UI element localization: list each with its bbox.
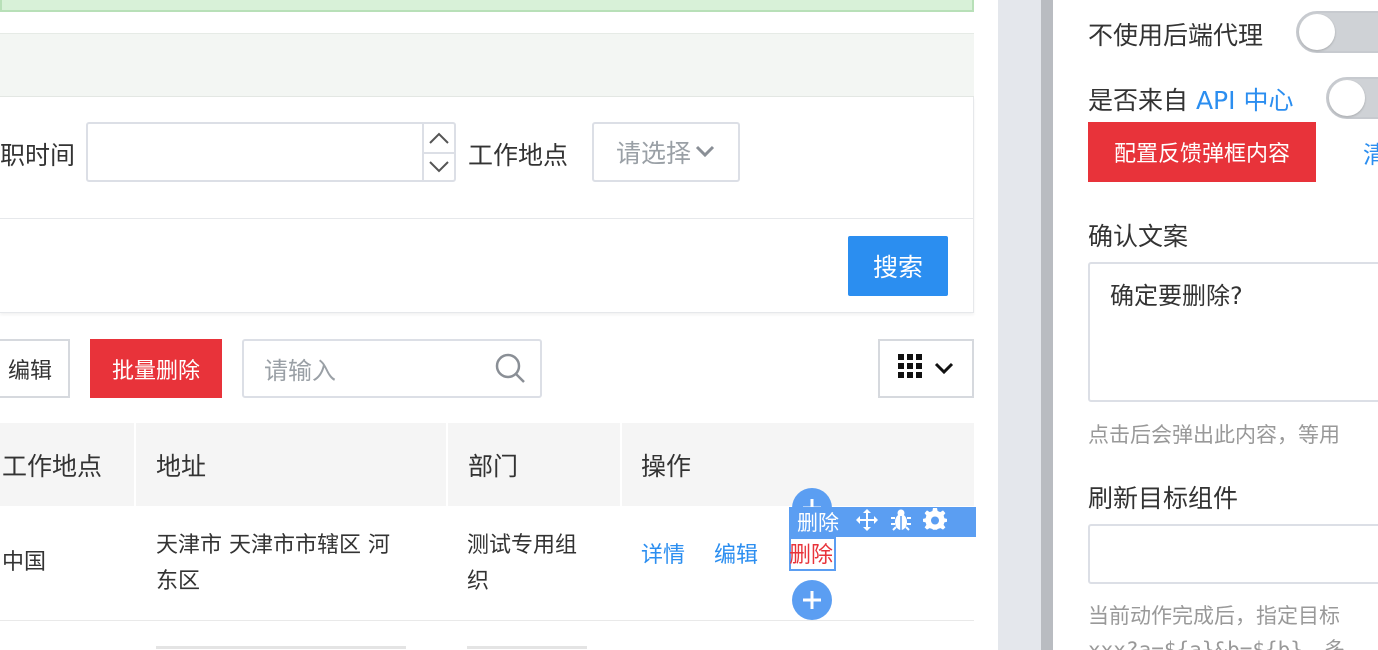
column-header-department: 部门: [468, 451, 519, 481]
component-toolbar: 删除: [789, 507, 976, 537]
work-location-label: 工作地点: [468, 141, 569, 170]
number-stepper[interactable]: [422, 124, 454, 180]
refresh-target-hint: 当前动作完成后，指定目标: [1088, 604, 1340, 628]
properties-panel: 不使用后端代理 是否来自 API 中心 配置反馈弹框内容 清 确认文案 确定要删…: [1053, 0, 1378, 650]
edit-button-label: 编辑: [7, 358, 52, 384]
entry-time-input[interactable]: [86, 122, 456, 182]
chevron-down-icon: [934, 356, 954, 381]
success-banner: [0, 0, 974, 12]
no-proxy-label: 不使用后端代理: [1088, 21, 1264, 50]
confirm-text-label: 确认文案: [1088, 222, 1189, 251]
row-delete-link[interactable]: 删除: [789, 537, 833, 569]
entry-time-label: 职时间: [0, 141, 76, 170]
chevron-up-icon[interactable]: [424, 124, 454, 152]
gear-icon[interactable]: [923, 507, 947, 536]
work-location-select[interactable]: 请选择: [592, 122, 740, 182]
chevron-down-icon[interactable]: [424, 152, 454, 180]
row-edit-link[interactable]: 编辑: [714, 537, 758, 569]
api-center-link[interactable]: API 中心: [1196, 86, 1294, 115]
search-icon[interactable]: [494, 352, 526, 388]
table-cell-address-line1: 天津市 天津市市辖区 河: [156, 533, 390, 558]
table-cell-address-line2: 东区: [156, 569, 201, 594]
chevron-down-icon: [695, 143, 715, 162]
column-toggle-button[interactable]: [878, 339, 974, 398]
edit-button[interactable]: 编辑: [0, 339, 70, 398]
confirm-text-hint: 点击后会弹出此内容，等用: [1088, 423, 1340, 447]
batch-delete-button[interactable]: 批量删除: [90, 339, 222, 398]
switch-knob: [1299, 14, 1335, 50]
from-api-switch[interactable]: [1326, 77, 1378, 119]
component-label: 删除: [797, 511, 839, 535]
table-cell-department-line2: 织: [467, 569, 490, 594]
preview-canvas: 职时间 工作地点 请选择 搜索 编辑 批量删除 请输入 工作地点 地址 部门 操…: [0, 0, 998, 650]
refresh-target-hint-example: xxx?a=${a}&b=${b}，多: [1088, 638, 1345, 650]
next-row-peek: [467, 640, 597, 650]
column-header-address: 地址: [156, 451, 207, 481]
table-cell-department-line1: 测试专用组: [467, 533, 578, 558]
refresh-target-input[interactable]: [1088, 524, 1378, 584]
table-cell-location: 中国: [2, 550, 47, 575]
from-api-label-text: 是否来自: [1088, 86, 1196, 115]
column-separator: [620, 423, 622, 506]
section-header: [0, 33, 974, 97]
switch-knob: [1329, 80, 1365, 116]
config-feedback-button[interactable]: 配置反馈弹框内容: [1088, 122, 1316, 182]
column-separator: [134, 423, 136, 506]
column-header-location: 工作地点: [2, 451, 103, 481]
refresh-target-label: 刷新目标组件: [1088, 484, 1239, 513]
column-header-actions: 操作: [641, 451, 692, 481]
move-icon[interactable]: [855, 508, 879, 536]
table-search-placeholder: 请输入: [264, 357, 336, 385]
bug-icon[interactable]: [889, 508, 913, 536]
work-location-placeholder: 请选择: [616, 139, 692, 168]
grid-icon: [898, 353, 922, 384]
clear-link[interactable]: 清: [1363, 135, 1378, 170]
column-separator: [446, 423, 448, 506]
search-button[interactable]: 搜索: [848, 236, 948, 296]
panel-resize-handle[interactable]: [1041, 0, 1053, 650]
row-divider: [0, 620, 974, 621]
row-detail-link[interactable]: 详情: [641, 537, 685, 569]
panel-gutter: [998, 0, 1041, 650]
confirm-text-textarea[interactable]: 确定要删除?: [1088, 262, 1378, 402]
next-row-peek: [156, 640, 416, 650]
plus-icon[interactable]: [792, 580, 832, 620]
form-divider: [0, 218, 974, 219]
no-proxy-switch[interactable]: [1296, 11, 1378, 53]
from-api-label: 是否来自 API 中心: [1088, 81, 1293, 117]
